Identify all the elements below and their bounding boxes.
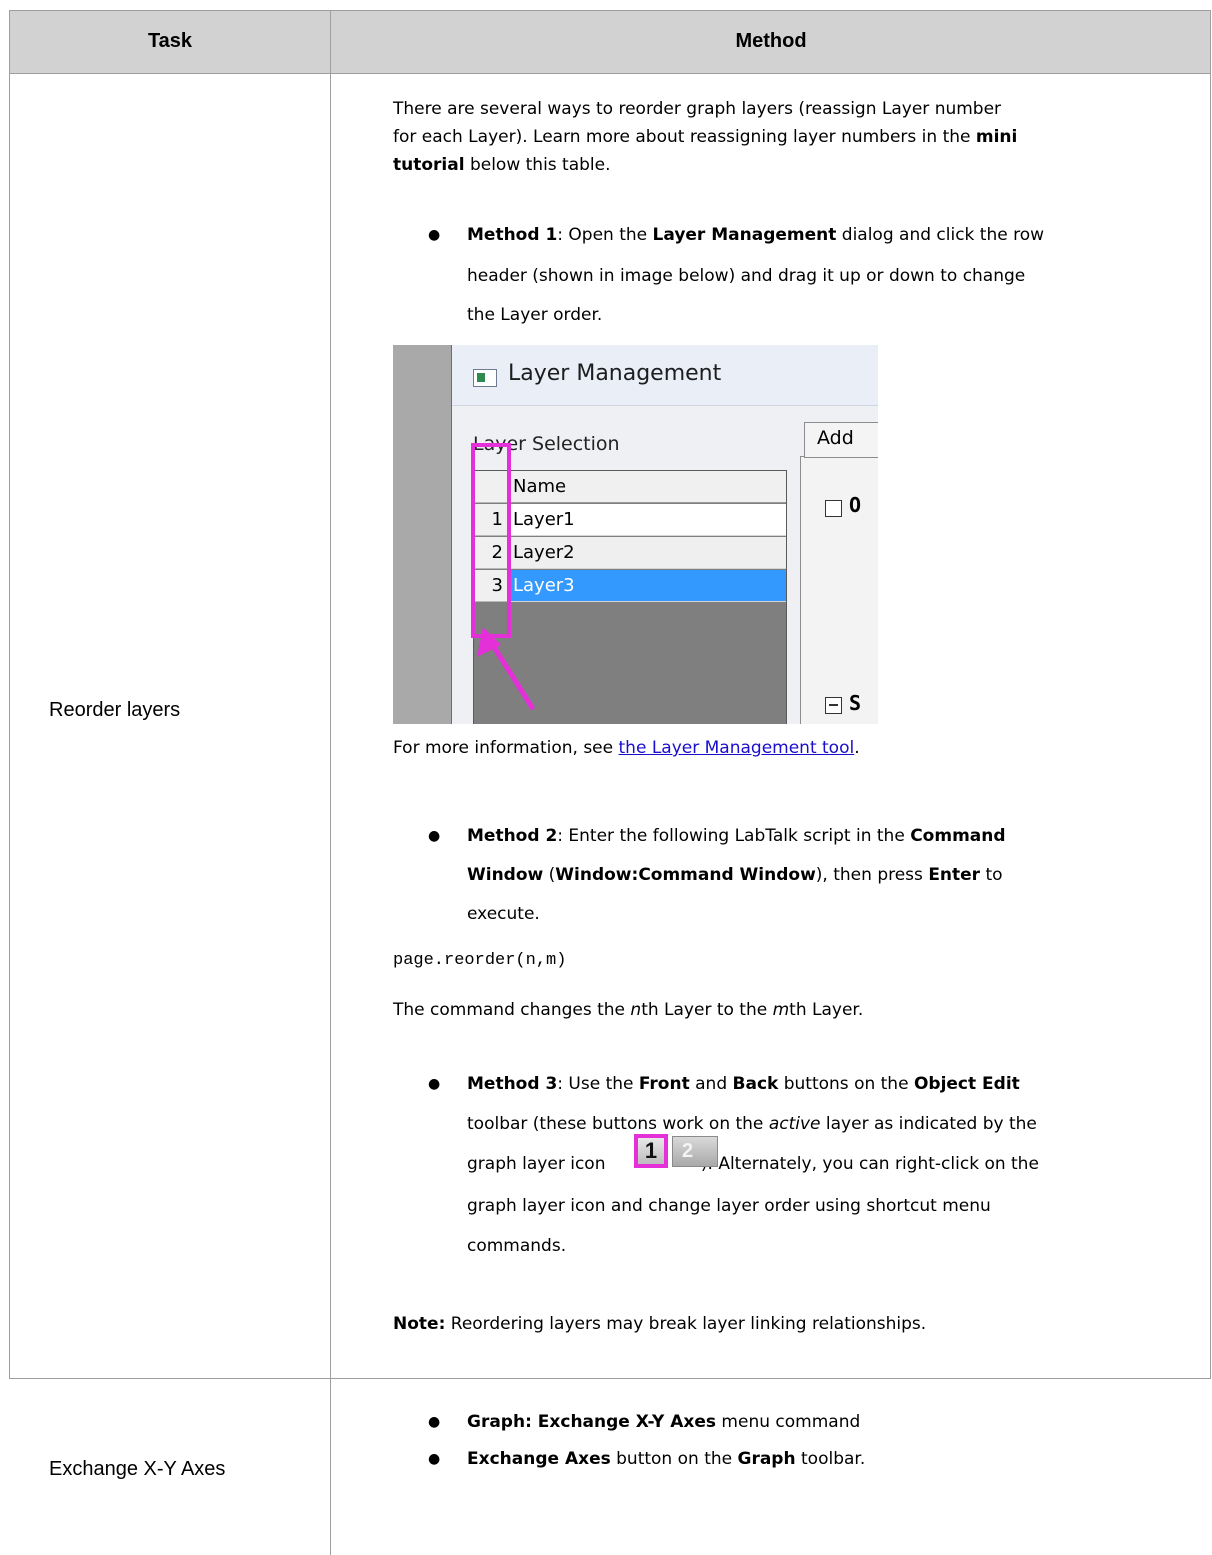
table-border-top [9,10,1211,11]
intro-line-3: tutorial below this table. [393,155,611,175]
bullet-icon: ● [428,1076,441,1092]
method1-line-3: the Layer order. [467,305,603,325]
method2-line-3: execute. [467,904,540,924]
method3-line-4: graph layer icon and change layer order … [467,1196,991,1216]
method1-line-2: header (shown in image below) and drag i… [467,266,1026,286]
layer-2-icon: 2 [672,1136,718,1167]
intro-line-2: for each Layer). Learn more about reassi… [393,127,1018,147]
header-method: Method [735,30,807,52]
method3-line-1: Method 3: Use the Front and Back buttons… [467,1074,1020,1094]
graph-layer-icon: 1 2 [634,1134,720,1168]
command-description: The command changes the nth Layer to the… [393,1000,864,1020]
method1-line-1: Method 1: Open the Layer Management dial… [467,225,1045,245]
table-border-right [1210,10,1211,1378]
bullet-icon: ● [428,828,441,844]
layer-management-link[interactable]: the Layer Management tool [619,738,855,758]
row-divider [9,1378,1211,1379]
bullet-icon: ● [428,227,441,243]
task-reorder-layers: Reorder layers [49,699,181,721]
bullet-icon: ● [428,1451,441,1467]
task-exchange-axes: Exchange X-Y Axes [49,1458,226,1480]
layer-management-screenshot: Layer Management Layer Selection Add O S… [393,345,878,724]
method3-line-2: toolbar (these buttons work on the activ… [467,1114,1037,1134]
note-text: Note: Reordering layers may break layer … [393,1314,927,1334]
header-task: Task [147,30,193,52]
document-table: Task Method Reorder layers There are sev… [0,0,1212,1555]
column-divider [330,10,331,1555]
exchange-bullet-2: Exchange Axes button on the Graph toolba… [467,1449,866,1469]
more-info-text: For more information, see the Layer Mana… [393,738,860,758]
intro-line-1: There are several ways to reorder graph … [393,99,1002,119]
method2-line-2: Window (Window:Command Window), then pre… [467,865,1003,885]
method2-line-1: Method 2: Enter the following LabTalk sc… [467,826,1006,846]
header-divider [9,73,1211,74]
layer-1-icon: 1 [634,1134,668,1168]
exchange-bullet-1: Graph: Exchange X-Y Axes menu command [467,1412,861,1432]
bullet-icon: ● [428,1414,441,1430]
method3-line-5: commands. [467,1236,567,1256]
table-border-left [9,10,10,1378]
pointer-arrow-icon [477,627,536,711]
code-snippet: page.reorder(n,m) [393,951,567,970]
method3-line-3: graph layer icon ). Alternately, you can… [467,1154,1039,1174]
